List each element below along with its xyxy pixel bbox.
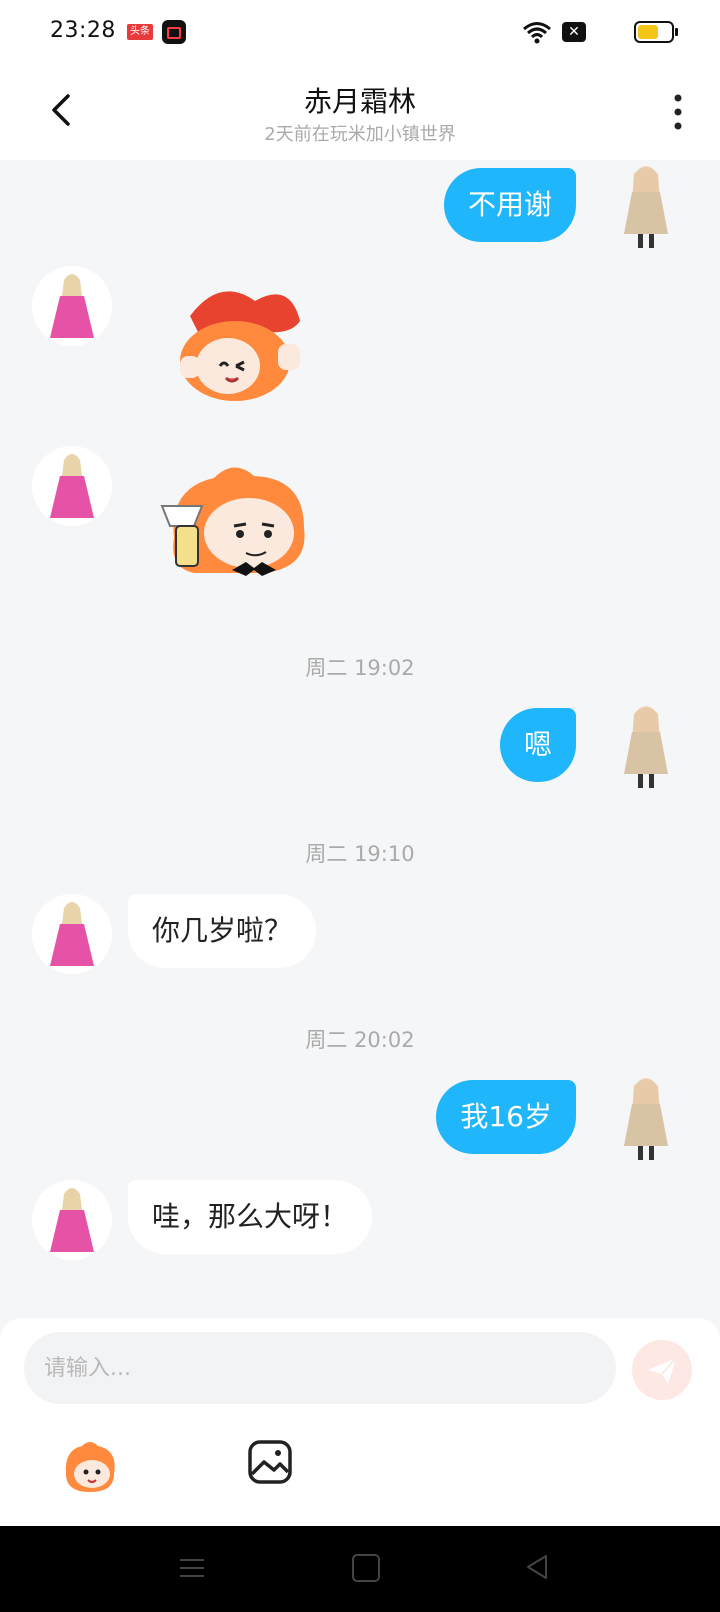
emoji-mascot-icon[interactable]: [60, 1438, 120, 1498]
home-icon[interactable]: [352, 1554, 380, 1582]
send-button[interactable]: [632, 1340, 692, 1400]
send-icon: [648, 1357, 677, 1384]
chat-subtitle: 2天前在玩米加小镇世界: [264, 124, 456, 145]
contact-avatar[interactable]: [32, 894, 112, 974]
self-avatar[interactable]: [614, 702, 678, 790]
message-bubble-in[interactable]: 哇，那么大呀！: [128, 1180, 373, 1254]
more-options-button[interactable]: [666, 92, 690, 132]
system-nav-bar: [0, 1526, 720, 1612]
message-input[interactable]: [24, 1332, 616, 1404]
message-list[interactable]: 不用谢 周二 19:02 嗯 周二 19:10 你几岁啦？ 周二 20:02 我…: [0, 160, 720, 1318]
image-icon: [248, 1440, 292, 1484]
battery-icon: [634, 21, 678, 43]
orange-mascot-wine-glass-sticker[interactable]: [154, 458, 314, 598]
timestamp: 周二 19:10: [305, 842, 415, 866]
chat-title: 赤月霜林: [303, 85, 416, 118]
status-bar: 23:28 头条 ✕: [0, 0, 720, 64]
chat-header: 赤月霜林 2天前在玩米加小镇世界: [0, 64, 720, 160]
wifi-icon: [523, 22, 551, 44]
back-triangle-icon[interactable]: [522, 1552, 552, 1582]
self-avatar[interactable]: [614, 1074, 678, 1162]
contact-avatar[interactable]: [32, 446, 112, 526]
message-bubble-out[interactable]: 嗯: [499, 708, 576, 782]
toutiao-icon: 头条: [127, 24, 153, 40]
message-bubble-out[interactable]: 我16岁: [436, 1080, 576, 1154]
contact-avatar[interactable]: [32, 1180, 112, 1260]
image-button[interactable]: [246, 1438, 294, 1486]
contact-avatar[interactable]: [32, 266, 112, 346]
timestamp: 周二 20:02: [305, 1028, 415, 1052]
menu-icon[interactable]: [178, 1554, 206, 1582]
timestamp: 周二 19:02: [305, 656, 415, 680]
self-avatar[interactable]: [614, 162, 678, 250]
video-record-icon: [162, 20, 186, 44]
message-bubble-in[interactable]: 你几岁啦？: [128, 894, 317, 968]
orange-mascot-heart-hat-sticker[interactable]: [160, 276, 320, 416]
more-vertical-icon: [674, 94, 682, 130]
message-bubble-out[interactable]: 不用谢: [443, 168, 576, 242]
input-panel: [0, 1318, 720, 1526]
sim-off-icon: ✕: [562, 22, 586, 42]
status-time: 23:28: [50, 18, 116, 43]
